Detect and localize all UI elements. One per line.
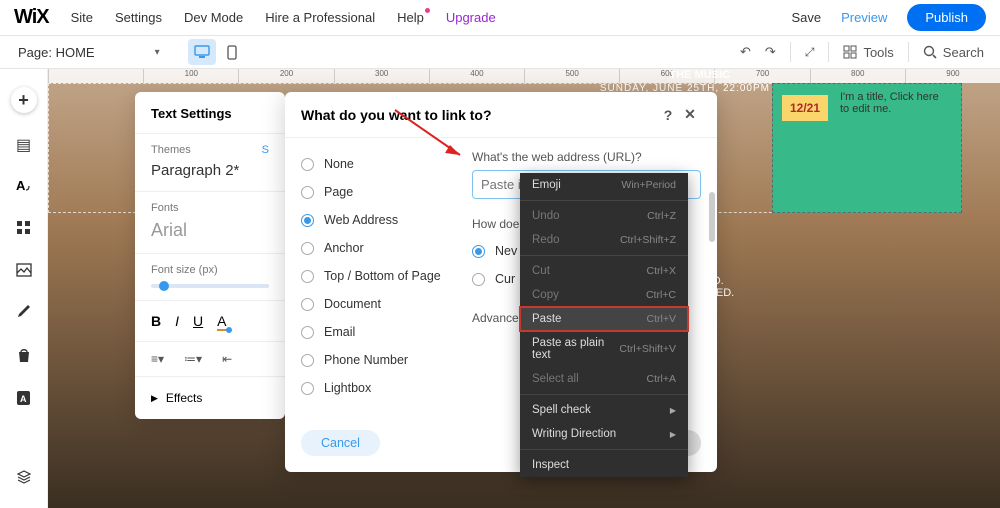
align-button[interactable]: ≡▾ [151,352,164,366]
effects-label: Effects [166,391,202,405]
desktop-view-button[interactable] [188,39,216,65]
ctx-item-inspect[interactable]: Inspect [520,453,688,477]
svg-text:A: A [16,178,26,193]
opt-label: Document [324,297,381,311]
opt-label: Email [324,325,355,339]
indent-button[interactable]: ⇤ [222,352,232,366]
add-button[interactable]: + [11,87,37,113]
theme-icon[interactable]: A [16,177,32,198]
opt-label: Phone Number [324,353,408,367]
editable-title[interactable]: I'm a title, Click here to edit me. [840,91,940,115]
svg-text:A: A [20,394,27,404]
fontsize-label: Font size (px) [151,264,269,276]
list-button[interactable]: ≔▾ [184,352,202,366]
opt-label: Web Address [324,213,398,227]
link-opt-anchor[interactable]: Anchor [301,234,450,262]
menu-devmode[interactable]: Dev Mode [184,10,243,25]
mobile-view-button[interactable] [218,39,246,65]
ctx-item-cut[interactable]: CutCtrl+X [520,259,688,283]
undo-button[interactable]: ↶ [740,44,751,60]
opt-label: None [324,157,354,171]
link-opt-email[interactable]: Email [301,318,450,346]
context-menu: EmojiWin+Period UndoCtrl+ZRedoCtrl+Shift+… [520,173,688,477]
page-selector[interactable]: Page: HOME ▾ [0,45,178,60]
preview-button[interactable]: Preview [841,10,887,25]
link-opt-phone[interactable]: Phone Number [301,346,450,374]
search-button[interactable]: Search [923,45,984,60]
chevron-down-icon: ▾ [155,47,160,58]
textcolor-button[interactable]: A [217,313,226,329]
ctx-item-select-all[interactable]: Select allCtrl+A [520,367,688,391]
left-tool-rail: + ▤ A A [0,69,48,508]
link-dialog-title: What do you want to link to? [301,107,492,123]
ctx-item-spell-check[interactable]: Spell check▶ [520,398,688,422]
menu-upgrade[interactable]: Upgrade [446,10,496,25]
fonts-label: Fonts [151,202,269,214]
scrollbar-thumb[interactable] [709,192,715,242]
underline-button[interactable]: U [193,313,203,329]
ctx-item-undo[interactable]: UndoCtrl+Z [520,204,688,228]
save-theme-link[interactable]: S [262,144,269,162]
opt-label: Top / Bottom of Page [324,269,441,283]
link-opt-topbottom[interactable]: Top / Bottom of Page [301,262,450,290]
cms-icon[interactable]: A [16,390,31,411]
search-label: Search [943,45,984,60]
close-icon[interactable]: ✕ [679,106,701,123]
link-opt-none[interactable]: None [301,150,450,178]
layers-icon[interactable] [16,469,32,490]
pages-icon[interactable]: ▤ [16,135,31,155]
font-value[interactable]: Arial [151,220,269,241]
page-label: Page: HOME [18,45,95,60]
theme-value[interactable]: Paragraph 2* [151,162,269,179]
bold-button[interactable]: B [151,313,161,329]
ctx-item-emoji[interactable]: EmojiWin+Period [520,173,688,197]
publish-button[interactable]: Publish [907,4,986,31]
link-opt-document[interactable]: Document [301,290,450,318]
collapse-icon[interactable]: ⤢ [805,45,815,60]
ctx-item-paste[interactable]: PasteCtrl+V [520,307,688,331]
menu-site[interactable]: Site [71,10,93,25]
opt-label: Anchor [324,241,364,255]
link-opt-page[interactable]: Page [301,178,450,206]
link-opt-webaddress[interactable]: Web Address [301,206,450,234]
ctx-item-copy[interactable]: CopyCtrl+C [520,283,688,307]
url-question: What's the web address (URL)? [472,150,701,164]
italic-button[interactable]: I [175,313,179,329]
cancel-button[interactable]: Cancel [301,430,380,456]
media-icon[interactable] [16,263,32,282]
link-options-list: None Page Web Address Anchor Top / Botto… [285,138,460,420]
blog-icon[interactable] [17,304,31,325]
ctx-item-paste-as-plain-text[interactable]: Paste as plain textCtrl+Shift+V [520,331,688,367]
link-opt-lightbox[interactable]: Lightbox [301,374,450,402]
text-settings-panel: Text Settings Themes S Paragraph 2* Font… [135,92,285,419]
help-icon[interactable]: ? [657,107,679,123]
music-text: THE MUSIC [670,69,731,81]
top-menu-bar: WiX Site Settings Dev Mode Hire a Profes… [0,0,1000,36]
page-toolbar: Page: HOME ▾ ↶ ↷ ⤢ Tools Search [0,36,1000,69]
date-badge[interactable]: 12/21 [782,95,828,121]
opt-label: Lightbox [324,381,371,395]
menu-help[interactable]: Help [397,10,424,25]
apps-icon[interactable] [16,220,32,241]
themes-label: Themes [151,144,191,156]
opt-label: Page [324,185,353,199]
ctx-item-writing-direction[interactable]: Writing Direction▶ [520,422,688,446]
redo-button[interactable]: ↷ [765,44,776,60]
tools-label: Tools [863,45,893,60]
menu-settings[interactable]: Settings [115,10,162,25]
opt-label: Cur [495,272,515,286]
opt-label: Nev [495,244,517,258]
tools-button[interactable]: Tools [843,45,893,60]
store-icon[interactable] [17,347,31,368]
ctx-item-redo[interactable]: RedoCtrl+Shift+Z [520,228,688,252]
text-settings-title: Text Settings [135,92,285,133]
effects-row[interactable]: ▶ Effects [135,376,285,419]
save-button[interactable]: Save [791,10,821,25]
menu-hire[interactable]: Hire a Professional [265,10,375,25]
wix-logo[interactable]: WiX [14,6,49,29]
horizontal-ruler: 100200300400500600700800900 [48,69,1000,83]
fontsize-slider[interactable] [151,284,269,288]
